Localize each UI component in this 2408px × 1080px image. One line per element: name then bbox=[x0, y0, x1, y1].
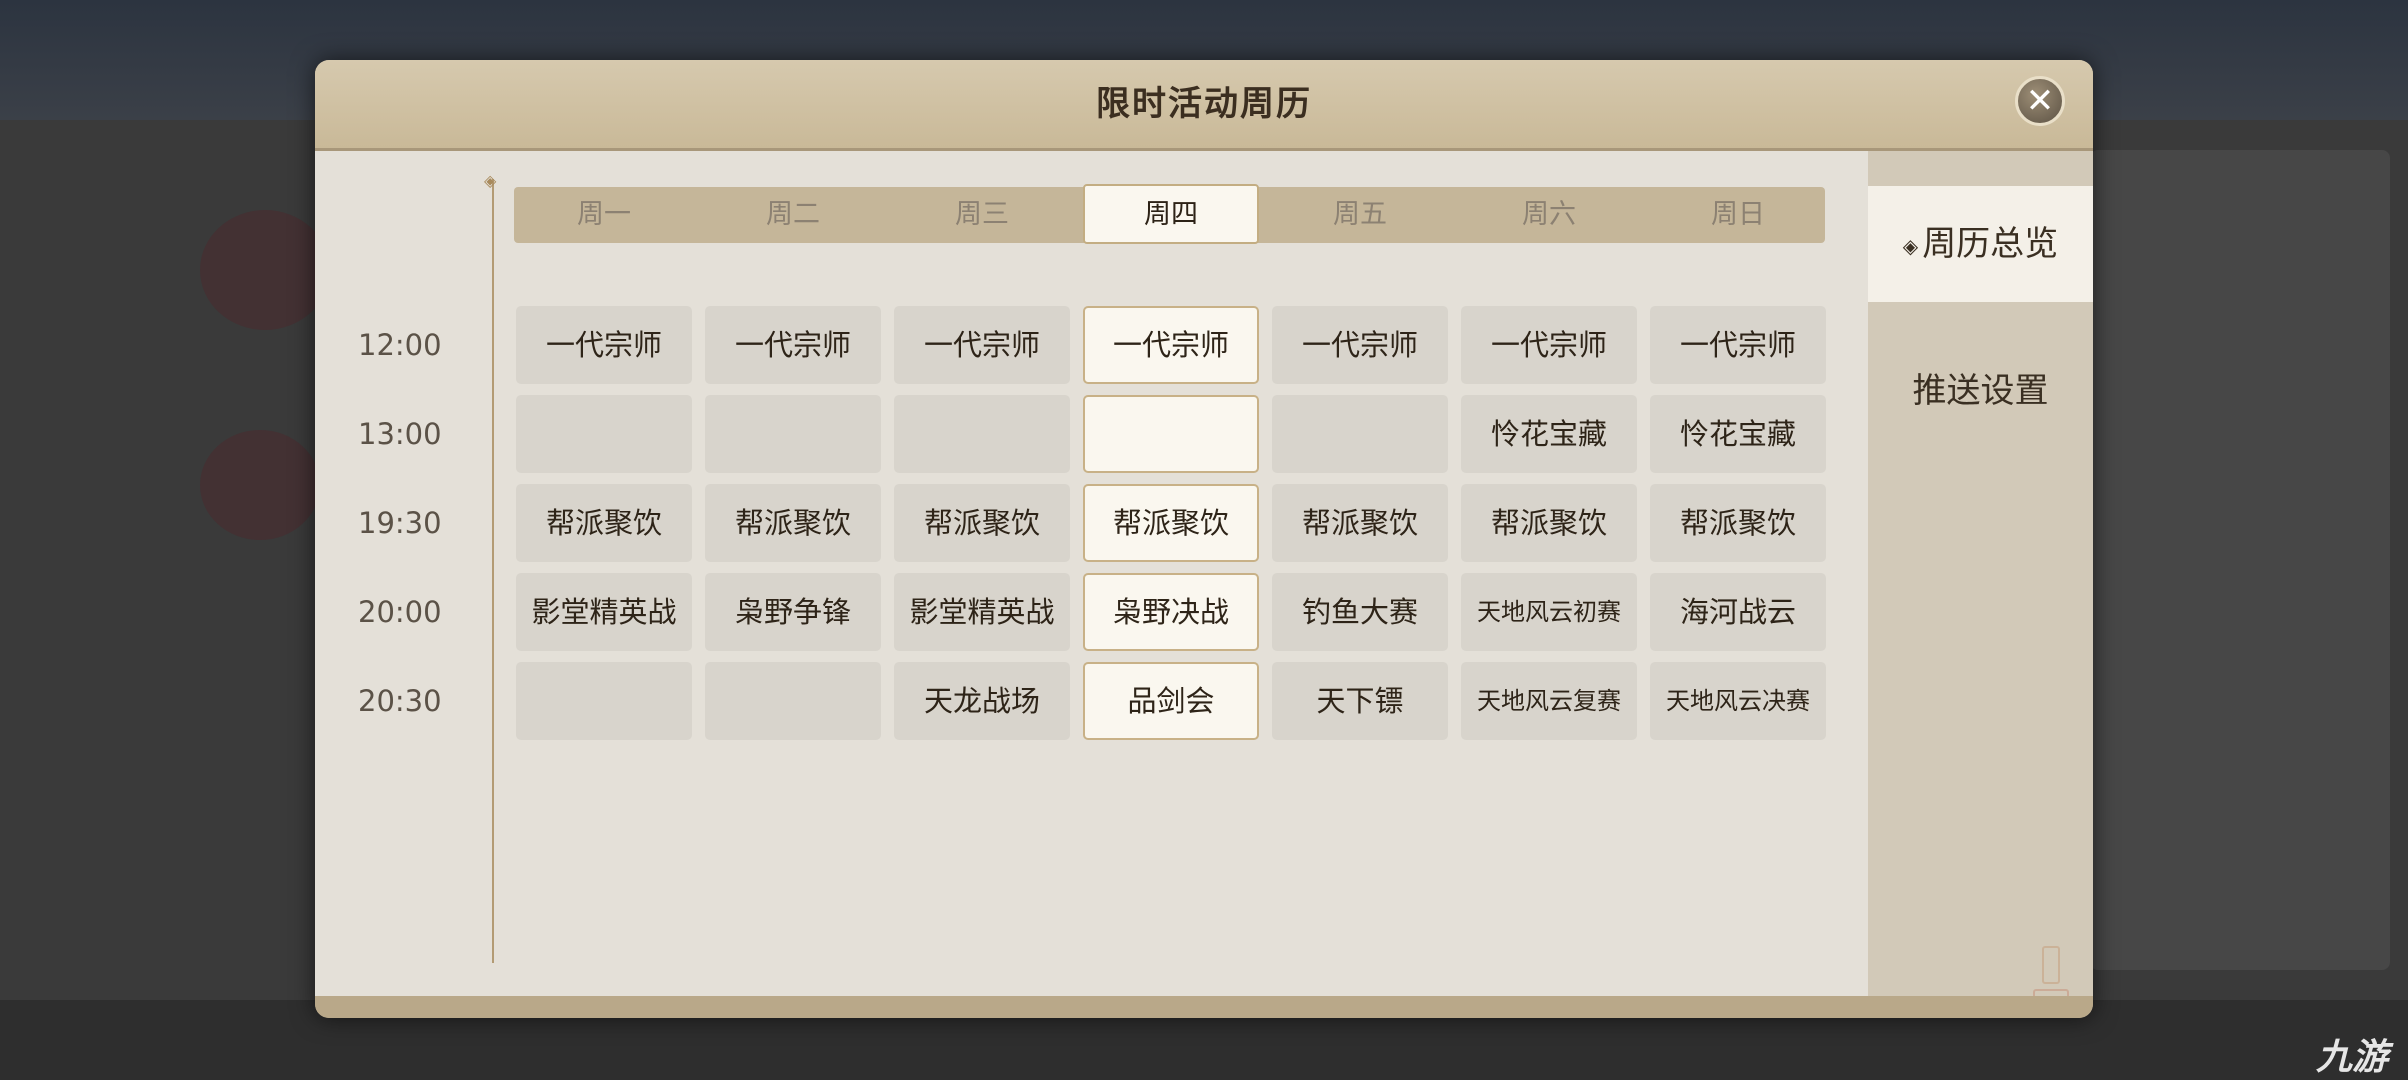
weekday-header-cell: 周日 bbox=[1711, 199, 1765, 230]
time-label: 20:30 bbox=[358, 684, 442, 718]
empty-event-cell bbox=[894, 395, 1070, 473]
time-label: 19:30 bbox=[358, 506, 442, 540]
event-cell[interactable]: 天地风云决赛 bbox=[1650, 662, 1826, 740]
close-icon: ✕ bbox=[2025, 81, 2055, 121]
time-label: 20:00 bbox=[358, 595, 442, 629]
event-cell[interactable]: 一代宗师 bbox=[705, 306, 881, 384]
event-cell[interactable]: 怜花宝藏 bbox=[1650, 395, 1826, 473]
event-cell[interactable]: 枭野决战 bbox=[1083, 573, 1259, 651]
event-cell[interactable]: 钓鱼大赛 bbox=[1272, 573, 1448, 651]
event-cell[interactable]: 一代宗师 bbox=[1083, 306, 1259, 384]
close-button[interactable]: ✕ bbox=[2015, 76, 2065, 126]
sidebar-item-push-settings[interactable]: 推送设置 bbox=[1868, 361, 2093, 421]
seal-decoration bbox=[2042, 946, 2060, 984]
empty-event-cell bbox=[516, 662, 692, 740]
weekday-header-cell: 周二 bbox=[766, 199, 820, 230]
empty-event-cell bbox=[516, 395, 692, 473]
empty-event-cell bbox=[1272, 395, 1448, 473]
calendar-panel: ◈ 12:00 一代宗师 一代宗师 一代宗师 一代宗师 一代宗师 一代宗师 一代宗师 13:00… bbox=[315, 151, 1868, 996]
event-cell[interactable]: 枭野争锋 bbox=[705, 573, 881, 651]
event-cell[interactable]: 帮派聚饮 bbox=[1083, 484, 1259, 562]
time-label: 13:00 bbox=[358, 417, 442, 451]
empty-event-cell bbox=[705, 395, 881, 473]
weekday-header-cell: 周五 bbox=[1333, 199, 1387, 230]
event-cell[interactable]: 一代宗师 bbox=[1650, 306, 1826, 384]
event-cell[interactable]: 一代宗师 bbox=[516, 306, 692, 384]
dialog-titlebar: 限时活动周历 ✕ bbox=[315, 60, 2093, 148]
activity-calendar-dialog: 限时活动周历 ✕ ◈ 12:00 一代宗师 一代宗师 一代宗师 一代宗师 一代宗师 一代宗师… bbox=[315, 60, 2093, 1018]
time-label: 12:00 bbox=[358, 328, 442, 362]
event-cell[interactable]: 天龙战场 bbox=[894, 662, 1070, 740]
event-cell[interactable]: 天地风云初赛 bbox=[1461, 573, 1637, 651]
event-cell[interactable]: 影堂精英战 bbox=[894, 573, 1070, 651]
timeline-line bbox=[492, 179, 494, 963]
event-cell[interactable]: 帮派聚饮 bbox=[1650, 484, 1826, 562]
event-cell[interactable]: 帮派聚饮 bbox=[894, 484, 1070, 562]
event-cell[interactable]: 帮派聚饮 bbox=[516, 484, 692, 562]
background-decoration bbox=[200, 210, 330, 330]
event-cell[interactable]: 帮派聚饮 bbox=[1461, 484, 1637, 562]
weekday-header-cell: 周四 bbox=[1083, 184, 1259, 244]
watermark-logo: 九游 bbox=[2316, 1037, 2389, 1078]
event-cell[interactable]: 海河战云 bbox=[1650, 573, 1826, 651]
event-cell[interactable]: 一代宗师 bbox=[1272, 306, 1448, 384]
sidebar-item-label: 周历总览 bbox=[1922, 224, 2059, 264]
weekday-header-cell: 周三 bbox=[955, 199, 1009, 230]
sidebar: ◈ 周历总览 推送设置 bbox=[1868, 151, 2093, 1018]
empty-event-cell bbox=[705, 662, 881, 740]
dialog-title: 限时活动周历 bbox=[1096, 84, 1312, 124]
sidebar-item-label: 推送设置 bbox=[1912, 371, 2049, 411]
event-cell[interactable]: 影堂精英战 bbox=[516, 573, 692, 651]
event-cell[interactable]: 怜花宝藏 bbox=[1461, 395, 1637, 473]
event-cell[interactable]: 天下镖 bbox=[1272, 662, 1448, 740]
weekday-header-cell: 周六 bbox=[1522, 199, 1576, 230]
event-cell[interactable]: 一代宗师 bbox=[1461, 306, 1637, 384]
dialog-bottom-border bbox=[315, 996, 2093, 1018]
timeline-knob-icon: ◈ bbox=[484, 171, 497, 190]
background-panel bbox=[2090, 150, 2390, 970]
event-cell[interactable]: 品剑会 bbox=[1083, 662, 1259, 740]
background-decoration bbox=[200, 430, 320, 540]
diamond-marker-icon: ◈ bbox=[1902, 234, 1919, 258]
sidebar-item-calendar-overview[interactable]: ◈ 周历总览 bbox=[1868, 186, 2093, 302]
event-cell[interactable]: 一代宗师 bbox=[894, 306, 1070, 384]
weekday-header-cell: 周一 bbox=[577, 199, 631, 230]
empty-event-cell bbox=[1083, 395, 1259, 473]
event-cell[interactable]: 天地风云复赛 bbox=[1461, 662, 1637, 740]
event-cell[interactable]: 帮派聚饮 bbox=[705, 484, 881, 562]
event-cell[interactable]: 帮派聚饮 bbox=[1272, 484, 1448, 562]
